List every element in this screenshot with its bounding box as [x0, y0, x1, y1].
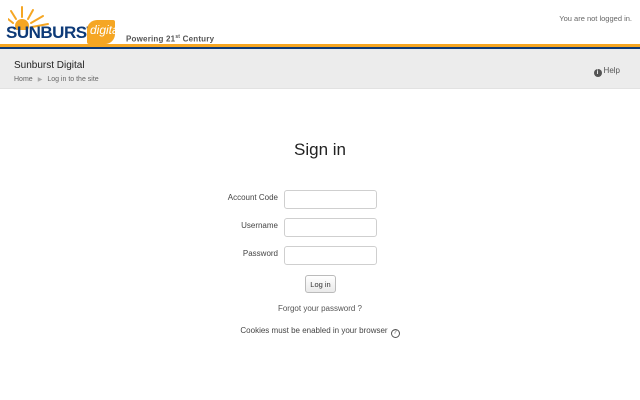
- breadcrumb-home-link[interactable]: Home: [14, 76, 33, 83]
- account-code-row: Account Code: [200, 190, 500, 210]
- username-row: Username: [200, 218, 500, 238]
- account-code-label: Account Code: [227, 193, 278, 202]
- cookies-notice: Cookies must be enabled in your browser?: [0, 326, 640, 338]
- logo-wordmark: SUNBURST: [6, 23, 97, 42]
- breadcrumb-current[interactable]: Log in to the site: [47, 76, 98, 83]
- login-status: You are not logged in.: [559, 14, 632, 23]
- password-label: Password: [242, 249, 278, 258]
- help-question-icon[interactable]: ?: [390, 329, 400, 338]
- forgot-password-link[interactable]: Forgot your password ?: [0, 304, 640, 313]
- breadcrumb: Home ▶ Log in to the site: [14, 76, 99, 83]
- username-label: Username: [241, 221, 278, 230]
- cookies-notice-text: Cookies must be enabled in your browser: [240, 326, 388, 335]
- password-input[interactable]: [284, 246, 377, 265]
- logo-digital-text: digital: [90, 23, 122, 37]
- page-title: Sign in: [294, 140, 346, 159]
- page-header-banner: Sunburst Digital Home ▶ Log in to the site…: [0, 49, 640, 89]
- site-header: SUNBURST digital Powering 21st Century L…: [0, 0, 640, 53]
- sunburst-logo[interactable]: SUNBURST digital Powering 21st Century L…: [4, 2, 224, 53]
- username-input[interactable]: [284, 218, 377, 237]
- info-icon: i: [593, 69, 602, 77]
- password-row: Password: [200, 246, 500, 266]
- login-button[interactable]: Log in: [305, 275, 336, 293]
- breadcrumb-separator-icon: ▶: [37, 77, 43, 83]
- help-label: Help: [603, 66, 620, 75]
- account-code-input[interactable]: [284, 190, 377, 209]
- site-name: Sunburst Digital: [14, 60, 85, 71]
- help-link[interactable]: i Help: [593, 66, 620, 77]
